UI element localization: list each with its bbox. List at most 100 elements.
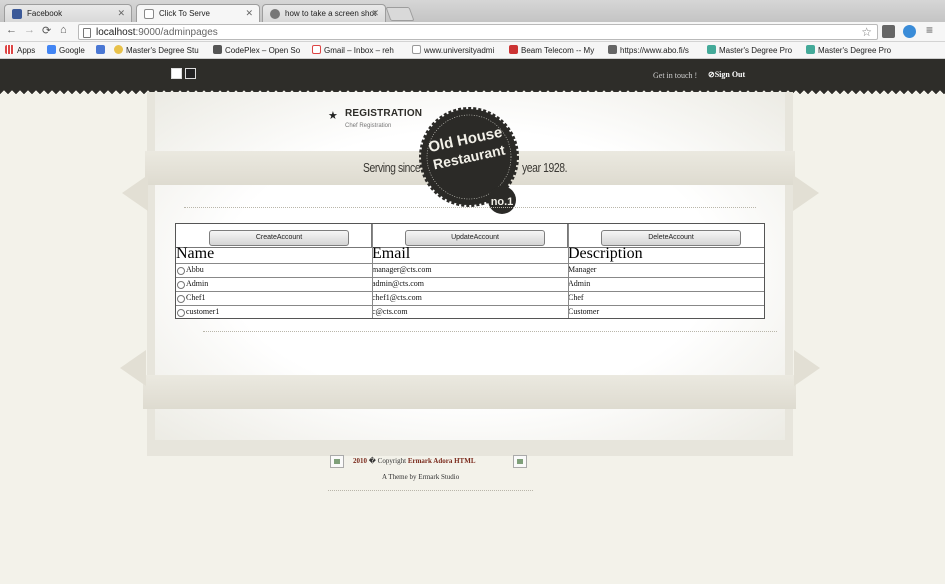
row-select-radio[interactable]	[177, 281, 185, 289]
update-account-button[interactable]: UpdateAccount	[405, 230, 545, 246]
home-icon[interactable]: ⌂	[60, 24, 67, 36]
back-icon[interactable]: ←	[6, 24, 17, 36]
footer-copyright: 2010 � Copyright Ermark Adora HTML	[353, 457, 476, 465]
cell-email: manager@cts.com	[372, 265, 432, 274]
gmail-icon	[312, 45, 321, 54]
tab-screenshot[interactable]: how to take a screen shot ✕	[262, 4, 386, 22]
bookmark-beam[interactable]: Beam Telecom -- My	[509, 45, 601, 55]
get-in-touch-link[interactable]: Get in touch !	[653, 71, 697, 80]
masters-icon	[707, 45, 716, 54]
column-header-email: Email	[372, 245, 411, 262]
column-divider	[372, 224, 373, 318]
apple-icon	[270, 9, 280, 19]
table-row[interactable]: Chef1 chef1@cts.com Chef	[176, 291, 764, 305]
star-icon	[114, 45, 123, 54]
create-account-button[interactable]: CreateAccount	[209, 230, 349, 246]
divider	[203, 331, 777, 332]
accounts-table: CreateAccount UpdateAccount DeleteAccoun…	[175, 223, 765, 319]
url-host: localhost	[96, 27, 136, 38]
page-icon	[144, 9, 154, 19]
bookmarks-bar: Apps Google Master's Degree Stu CodePlex…	[0, 42, 945, 59]
bookmark-star-icon[interactable]: ☆	[861, 25, 872, 39]
browser-tab-strip: Facebook ✕ Click To Serve ✕ how to take …	[0, 0, 945, 23]
serving-since-text: Serving since	[363, 160, 421, 175]
bookmark-masters-3[interactable]: Master's Degree Pro	[806, 45, 898, 55]
restaurant-logo-badge: Old House Restaurant no.1	[419, 107, 519, 214]
theme-dark-toggle[interactable]	[185, 68, 196, 79]
masters-icon	[806, 45, 815, 54]
page-icon	[412, 45, 421, 54]
cell-name: Chef1	[186, 293, 206, 302]
codeplex-icon	[213, 45, 222, 54]
table-row[interactable]: Abbu manager@cts.com Manager	[176, 263, 764, 277]
cell-name: Abbu	[186, 265, 204, 274]
close-icon[interactable]: ✕	[371, 8, 379, 19]
beam-icon	[509, 45, 518, 54]
cell-name: Admin	[186, 279, 209, 288]
google-plus-icon	[96, 45, 105, 54]
row-select-radio[interactable]	[177, 267, 185, 275]
site-header: Get in touch ! ⊘Sign Out	[0, 59, 945, 94]
divider	[184, 207, 756, 208]
year-text: year 1928.	[522, 160, 568, 175]
menu-icon[interactable]: ≡	[926, 23, 933, 37]
new-tab-button[interactable]	[385, 7, 415, 21]
extension-icon[interactable]	[903, 25, 916, 38]
bookmark-masters-1[interactable]: Master's Degree Stu	[114, 45, 208, 55]
delete-account-button[interactable]: DeleteAccount	[601, 230, 741, 246]
close-icon[interactable]: ✕	[117, 8, 125, 19]
bookmark-university[interactable]: www.universityadmi	[412, 45, 502, 55]
footer-copyright-text: � Copyright	[368, 457, 407, 465]
footer-year: 2010	[353, 457, 367, 465]
page-title: REGISTRATION	[345, 108, 423, 119]
cell-description: Customer	[568, 307, 600, 316]
abo-icon	[608, 45, 617, 54]
sign-out-label: Sign Out	[714, 70, 746, 79]
cell-description: Manager	[568, 265, 597, 274]
extension-icon[interactable]	[882, 25, 895, 38]
table-row[interactable]: Admin admin@cts.com Admin	[176, 277, 764, 291]
row-select-radio[interactable]	[177, 309, 185, 317]
broken-image-icon	[513, 455, 527, 468]
close-icon[interactable]: ✕	[245, 8, 253, 19]
column-header-name: Name	[176, 245, 215, 262]
page-subtitle: Chef Registration	[345, 123, 392, 129]
page-icon	[83, 28, 91, 38]
tab-title: how to take a screen shot	[285, 9, 377, 18]
cell-email: c@cts.com	[372, 307, 408, 316]
bookmark-apps[interactable]: Apps	[5, 45, 35, 55]
ribbon-tail-left	[122, 175, 148, 211]
cell-email: admin@cts.com	[372, 279, 425, 288]
url-port: :9000	[135, 27, 161, 38]
bookmark-google[interactable]: Google	[47, 45, 85, 55]
bookmark-codeplex[interactable]: CodePlex – Open So	[213, 45, 305, 55]
column-divider	[568, 224, 569, 318]
forward-icon[interactable]: →	[24, 24, 35, 36]
footer-brand-link[interactable]: Ermark Adora HTML	[408, 457, 476, 465]
tab-facebook[interactable]: Facebook ✕	[4, 4, 132, 22]
footer-divider	[328, 490, 533, 491]
table-row[interactable]: customer1 c@cts.com Customer	[176, 305, 764, 319]
bookmark-gmail[interactable]: Gmail – Inbox – reh	[312, 45, 404, 55]
facebook-icon	[12, 9, 22, 19]
footer-theme-credit: A Theme by Ermark Studio	[382, 473, 460, 481]
ribbon-tail-right	[794, 350, 820, 386]
theme-light-toggle[interactable]	[171, 68, 182, 79]
cell-description: Chef	[568, 293, 584, 302]
cell-email: chef1@cts.com	[372, 293, 422, 302]
cell-name: customer1	[186, 307, 220, 316]
sign-out-link[interactable]: ⊘Sign Out	[708, 70, 745, 79]
reload-icon[interactable]: ⟳	[42, 24, 51, 37]
row-select-radio[interactable]	[177, 295, 185, 303]
tab-title: Click To Serve	[159, 9, 210, 18]
url-path: /adminpages	[160, 27, 218, 38]
broken-image-icon	[330, 455, 344, 468]
bookmark-google-icon-only[interactable]	[96, 45, 108, 55]
browser-toolbar: ← → ⟳ ⌂ localhost:9000/adminpages ☆ ≡	[0, 22, 945, 42]
bookmark-abo[interactable]: https://www.abo.fi/s	[608, 45, 700, 55]
bottom-ribbon	[143, 375, 796, 409]
address-bar[interactable]: localhost:9000/adminpages ☆	[78, 24, 878, 40]
tab-click-to-serve[interactable]: Click To Serve ✕	[136, 4, 260, 23]
column-header-description: Description	[568, 245, 643, 262]
bookmark-masters-2[interactable]: Master's Degree Pro	[707, 45, 799, 55]
